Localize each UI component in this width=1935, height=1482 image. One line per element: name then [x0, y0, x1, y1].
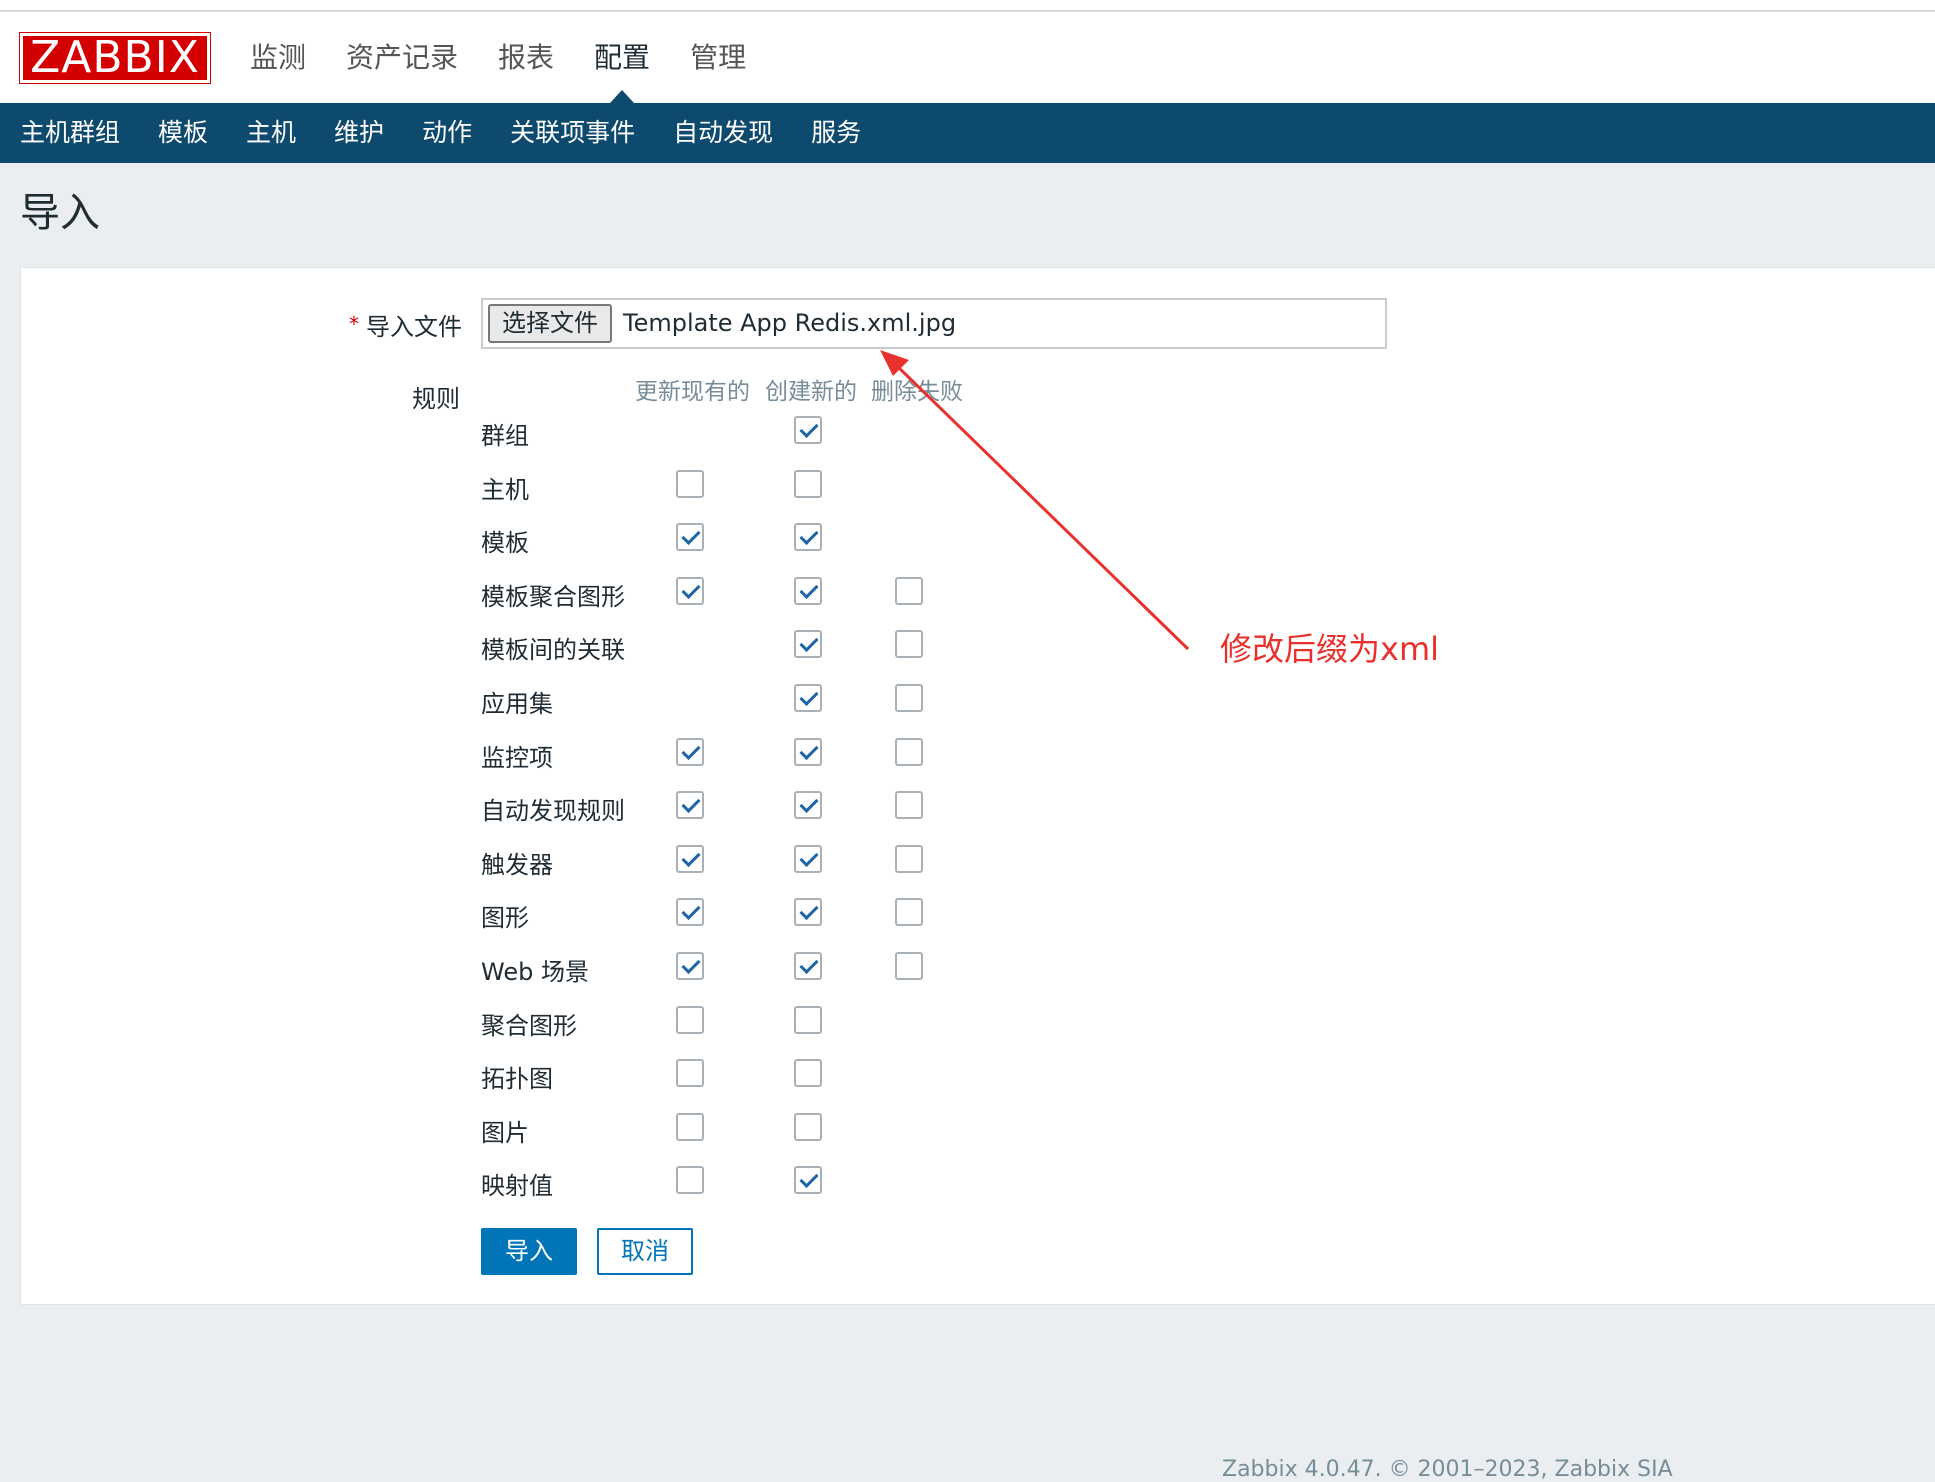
rule-checkbox-update[interactable] — [676, 898, 704, 926]
sub-nav-correlation[interactable]: 关联项事件 — [491, 103, 654, 163]
rule-checkbox-create[interactable] — [794, 523, 822, 551]
rule-checkbox-create[interactable] — [794, 577, 822, 605]
main-nav-inventory[interactable]: 资产记录 — [326, 12, 478, 103]
sub-nav-host-groups[interactable]: 主机群组 — [0, 103, 139, 163]
cancel-button[interactable]: 取消 — [597, 1228, 693, 1275]
rule-checkbox-update[interactable] — [676, 1113, 704, 1141]
rule-checkbox-update[interactable] — [676, 1059, 704, 1087]
annotation-text: 修改后缀为xml — [1220, 630, 1440, 668]
rule-checkbox-delete[interactable] — [895, 577, 923, 605]
top-border — [0, 0, 1935, 12]
import-form-panel — [20, 267, 1935, 1305]
rule-checkbox-update[interactable] — [676, 1166, 704, 1194]
rule-checkbox-create[interactable] — [794, 1006, 822, 1034]
zabbix-logo[interactable]: ZABBIX — [19, 32, 211, 84]
sub-nav-discovery[interactable]: 自动发现 — [654, 103, 792, 163]
rule-checkbox-delete[interactable] — [895, 952, 923, 980]
rule-checkbox-create[interactable] — [794, 1059, 822, 1087]
rule-label: Web 场景 — [481, 958, 589, 986]
rule-checkbox-update[interactable] — [676, 845, 704, 873]
rule-label: 聚合图形 — [481, 1012, 577, 1040]
rule-label: 自动发现规则 — [481, 797, 625, 825]
rule-checkbox-create[interactable] — [794, 630, 822, 658]
choose-file-button[interactable]: 选择文件 — [488, 304, 612, 343]
rule-checkbox-delete[interactable] — [895, 630, 923, 658]
rule-label: 模板聚合图形 — [481, 583, 625, 611]
rule-checkbox-create[interactable] — [794, 1113, 822, 1141]
rule-checkbox-delete[interactable] — [895, 791, 923, 819]
rule-checkbox-update[interactable] — [676, 952, 704, 980]
rule-checkbox-create[interactable] — [794, 952, 822, 980]
main-nav-reports[interactable]: 报表 — [478, 12, 574, 103]
main-nav-configuration[interactable]: 配置 — [574, 12, 670, 103]
column-header-update-existing: 更新现有的 — [635, 379, 750, 405]
rule-checkbox-update[interactable] — [676, 523, 704, 551]
rule-label: 图形 — [481, 904, 529, 932]
footer-copyright: Zabbix 4.0.47. © 2001–2023, Zabbix SIA — [1222, 1457, 1673, 1482]
main-nav-monitoring[interactable]: 监测 — [230, 12, 326, 103]
rule-label: 映射值 — [481, 1172, 553, 1200]
rule-label: 模板 — [481, 529, 529, 557]
rule-checkbox-update[interactable] — [676, 791, 704, 819]
main-nav-administration[interactable]: 管理 — [670, 12, 766, 103]
import-file-label: 导入文件 — [366, 313, 462, 341]
rule-checkbox-create[interactable] — [794, 845, 822, 873]
selected-file-name: Template App Redis.xml.jpg — [623, 309, 957, 337]
rule-checkbox-delete[interactable] — [895, 738, 923, 766]
rule-label: 监控项 — [481, 744, 553, 772]
sub-nav-services[interactable]: 服务 — [792, 103, 880, 163]
rule-checkbox-update[interactable] — [676, 470, 704, 498]
header: ZABBIX 监测 资产记录 报表 配置 管理 — [0, 12, 1935, 103]
rule-checkbox-update[interactable] — [676, 1006, 704, 1034]
rule-checkbox-create[interactable] — [794, 470, 822, 498]
column-header-delete-missing: 删除失败 — [871, 379, 963, 405]
rule-checkbox-update[interactable] — [676, 577, 704, 605]
rules-label: 规则 — [412, 385, 460, 413]
column-header-create-new: 创建新的 — [765, 379, 857, 405]
rule-checkbox-create[interactable] — [794, 738, 822, 766]
file-input[interactable]: 选择文件 Template App Redis.xml.jpg — [481, 298, 1387, 349]
rule-checkbox-create[interactable] — [794, 898, 822, 926]
rule-checkbox-create[interactable] — [794, 1166, 822, 1194]
sub-nav-templates[interactable]: 模板 — [139, 103, 227, 163]
sub-nav-hosts[interactable]: 主机 — [227, 103, 315, 163]
rule-label: 拓扑图 — [481, 1065, 553, 1093]
rule-label: 图片 — [481, 1119, 529, 1147]
required-marker: * — [349, 312, 359, 336]
sub-nav: 主机群组 模板 主机 维护 动作 关联项事件 自动发现 服务 — [0, 103, 1935, 163]
rule-label: 模板间的关联 — [481, 636, 625, 664]
main-nav: 监测 资产记录 报表 配置 管理 — [230, 12, 766, 103]
rule-checkbox-delete[interactable] — [895, 898, 923, 926]
sub-nav-maintenance[interactable]: 维护 — [315, 103, 403, 163]
rule-label: 触发器 — [481, 851, 553, 879]
rule-checkbox-delete[interactable] — [895, 845, 923, 873]
rule-checkbox-create[interactable] — [794, 684, 822, 712]
rule-checkbox-delete[interactable] — [895, 684, 923, 712]
rule-checkbox-create[interactable] — [794, 791, 822, 819]
rule-label: 应用集 — [481, 690, 553, 718]
rule-label: 主机 — [481, 476, 529, 504]
rule-checkbox-update[interactable] — [676, 738, 704, 766]
rule-checkbox-create[interactable] — [794, 416, 822, 444]
rule-label: 群组 — [481, 422, 529, 450]
sub-nav-actions[interactable]: 动作 — [403, 103, 491, 163]
page-title: 导入 — [20, 190, 100, 236]
import-button[interactable]: 导入 — [481, 1228, 577, 1275]
